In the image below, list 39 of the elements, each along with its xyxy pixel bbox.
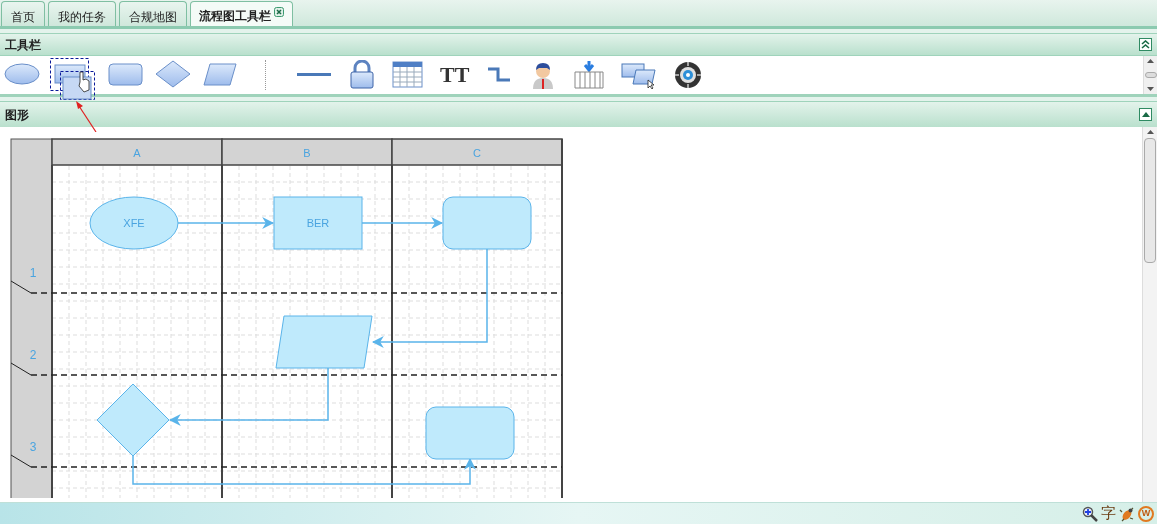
tab[interactable]: 首页 [1, 1, 45, 26]
tab[interactable]: 合规地图 [119, 1, 187, 26]
collapse-icon[interactable] [1141, 112, 1150, 117]
lane-label: C [473, 147, 481, 159]
collapse-button[interactable] [1139, 38, 1152, 51]
tab[interactable]: 我的任务 [48, 1, 116, 26]
lane-label: 1 [29, 266, 37, 280]
scroll-thumb[interactable] [1144, 138, 1156, 263]
bug-icon[interactable] [1119, 505, 1135, 522]
badge-button[interactable]: W [1138, 505, 1154, 522]
lane-label: A [133, 147, 141, 159]
panel-title: 工具栏 [5, 36, 41, 54]
scrollbar[interactable] [1143, 56, 1157, 94]
windows-icon[interactable] [621, 60, 658, 90]
swimlane-icon[interactable] [573, 60, 606, 90]
dragging-rectangle-drawing[interactable] [50, 58, 98, 100]
separator [265, 60, 266, 90]
scrollbar[interactable] [1142, 127, 1157, 502]
zoom-icon[interactable] [1082, 505, 1098, 522]
diamond-icon[interactable] [154, 60, 192, 90]
collapse-button[interactable] [1139, 108, 1152, 121]
pointer-arrow [74, 100, 98, 132]
tab[interactable]: 流程图工具栏 [190, 1, 293, 26]
node-label: XFE [123, 217, 145, 229]
close-icon[interactable] [274, 7, 284, 17]
table-icon[interactable] [392, 60, 424, 90]
scroll-up-icon[interactable] [1147, 59, 1154, 63]
character-button[interactable]: 字 [1101, 506, 1116, 521]
scroll-down-icon[interactable] [1147, 87, 1154, 91]
lane-label: 2 [29, 348, 37, 362]
lane-label: B [303, 147, 311, 159]
lane-label: 3 [29, 440, 37, 454]
scroll-thumb[interactable] [1144, 72, 1157, 78]
target-icon[interactable] [673, 60, 704, 90]
scroll-up-icon[interactable] [1146, 130, 1154, 134]
lock-icon[interactable] [348, 60, 376, 90]
text-tool-button[interactable]: TT [440, 64, 470, 86]
panel-title: 图形 [5, 106, 29, 124]
node-label: BER [306, 217, 330, 229]
